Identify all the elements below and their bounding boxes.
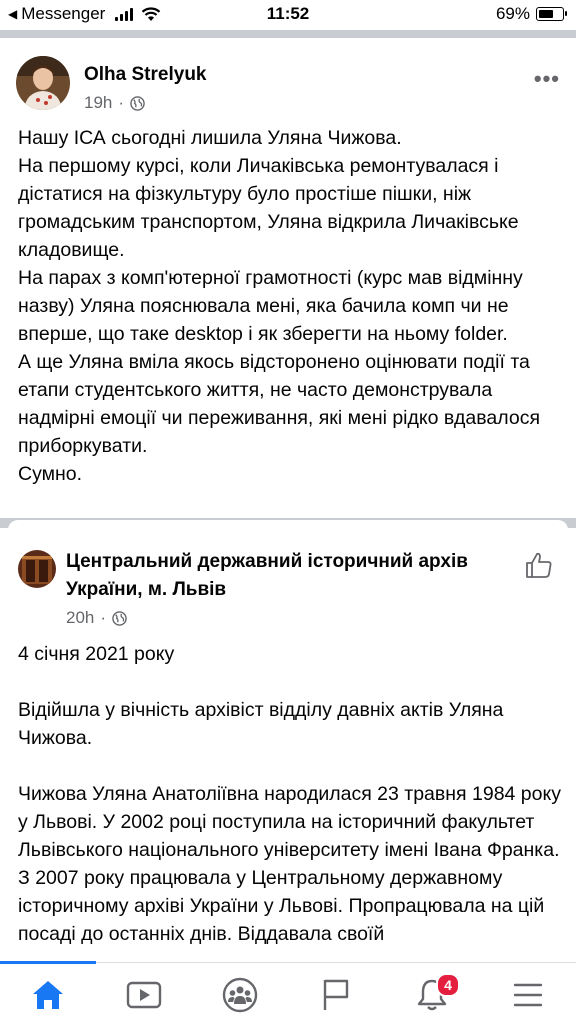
post-time[interactable]: 19h: [84, 93, 112, 113]
like-page-icon[interactable]: [524, 550, 554, 585]
menu-icon: [513, 983, 543, 1007]
page-avatar[interactable]: [18, 550, 56, 588]
tab-notifications[interactable]: 4: [384, 973, 480, 1017]
notifications-badge: 4: [436, 973, 460, 997]
post-paragraph: Нашу ІСА сьогодні лишила Уляна Чижова.: [18, 127, 402, 149]
watch-icon: [126, 981, 162, 1009]
clock: 11:52: [266, 4, 310, 23]
status-bar: ◀ Messenger 11:52 69%: [0, 0, 576, 28]
home-icon: [33, 981, 63, 1009]
shared-post-time[interactable]: 20h: [66, 608, 94, 628]
meta-separator: ·: [118, 93, 125, 112]
post-author-name[interactable]: Olha Strelyuk: [84, 64, 207, 86]
shared-post-paragraph: 4 січня 2021 року: [18, 643, 175, 665]
groups-icon: [222, 977, 258, 1013]
top-divider: [0, 30, 576, 38]
active-tab-indicator: [0, 961, 96, 964]
post-meta: 19h ·: [84, 93, 145, 113]
post-paragraph: Сумно.: [18, 463, 83, 485]
post-paragraph: А ще Уляна вміла якось відсторонено оцін…: [18, 351, 541, 457]
pages-flag-icon: [323, 979, 349, 1010]
bottom-tab-bar: 4: [0, 961, 576, 1025]
shared-post-text: 4 січня 2021 року Відійшла у вічність ар…: [18, 640, 563, 976]
tab-home[interactable]: [0, 973, 96, 1017]
battery-icon: [536, 7, 567, 21]
shared-post-paragraph: Чижова Уляна Анатоліївна народилася 23 т…: [18, 783, 561, 945]
battery-percent: 69%: [495, 4, 530, 23]
tab-groups[interactable]: [192, 973, 288, 1017]
tab-pages[interactable]: [288, 973, 384, 1017]
globe-icon: [112, 610, 127, 626]
post-text: Нашу ІСА сьогодні лишила Уляна Чижова. Н…: [18, 124, 563, 488]
author-avatar[interactable]: [16, 56, 70, 110]
post-options-icon[interactable]: •••: [534, 66, 560, 92]
shared-post-frame-divider: [0, 518, 576, 530]
tab-menu[interactable]: [480, 973, 576, 1017]
page-name[interactable]: Центральний державний історичний архів У…: [66, 548, 486, 604]
post-paragraph: На першому курсі, коли Личаківська ремон…: [18, 155, 519, 261]
shared-post-meta: 20h ·: [66, 608, 127, 628]
post-paragraph: На парах з комп'ютерної грамотності (кур…: [18, 267, 523, 345]
shared-post-paragraph: Відійшла у вічність архівіст відділу дав…: [18, 699, 504, 749]
meta-separator: ·: [100, 608, 107, 627]
globe-icon: [130, 95, 145, 111]
tab-watch[interactable]: [96, 973, 192, 1017]
